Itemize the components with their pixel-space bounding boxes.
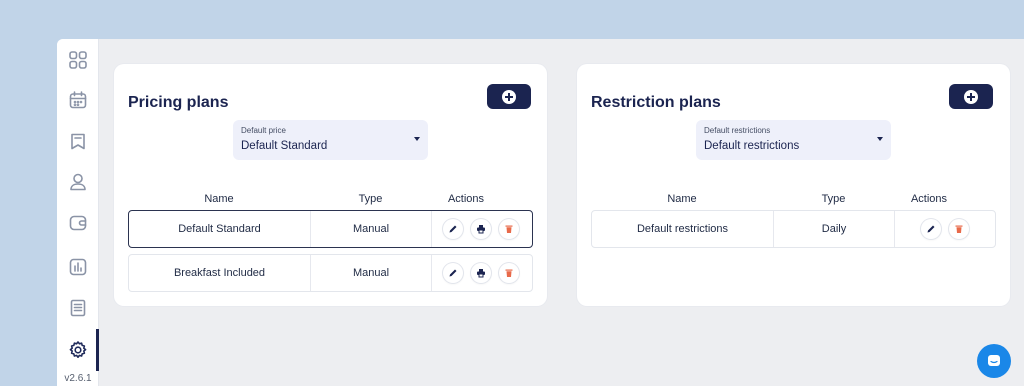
sidebar-item-calendar[interactable] [65, 87, 91, 113]
column-header-name: Name [667, 193, 697, 205]
default-price-label: Default price [241, 126, 286, 135]
sidebar-item-guests[interactable] [65, 169, 91, 195]
chevron-down-icon [877, 137, 883, 141]
default-restrictions-select[interactable]: Default restrictions Default restriction… [696, 120, 891, 160]
restriction-plans-title: Restriction plans [591, 94, 721, 111]
default-restrictions-value: Default restrictions [704, 140, 800, 152]
default-restrictions-label: Default restrictions [704, 126, 771, 135]
table-row[interactable]: Default Standard Manual [128, 210, 533, 248]
column-header-actions: Actions [447, 193, 485, 205]
row-type: Manual [311, 255, 432, 291]
edit-icon [449, 269, 457, 277]
row-type: Manual [311, 211, 432, 247]
row-type: Daily [774, 211, 895, 247]
edit-button[interactable] [921, 219, 941, 239]
chart-icon [69, 258, 87, 276]
add-pricing-plan-button[interactable] [487, 84, 531, 109]
plus-icon [502, 89, 516, 104]
column-header-actions: Actions [910, 193, 948, 205]
table-row[interactable]: Default restrictions Daily [591, 210, 996, 248]
default-price-value: Default Standard [241, 140, 328, 152]
pricing-plans-title: Pricing plans [128, 94, 229, 111]
plus-icon [964, 89, 978, 104]
row-name: Default Standard [129, 211, 311, 247]
trash-icon [505, 269, 513, 277]
wallet-icon [69, 215, 87, 231]
edit-icon [927, 225, 935, 233]
print-icon [477, 269, 485, 278]
edit-button[interactable] [443, 263, 463, 283]
sidebar-active-indicator [96, 329, 99, 371]
row-name: Breakfast Included [129, 255, 311, 291]
delete-button[interactable] [949, 219, 969, 239]
print-button[interactable] [471, 263, 491, 283]
gear-icon [69, 341, 87, 358]
document-icon [70, 299, 86, 317]
sidebar-item-dashboard[interactable] [65, 47, 91, 73]
bookmark-icon [71, 133, 85, 150]
edit-button[interactable] [443, 219, 463, 239]
grid-icon [69, 51, 87, 69]
print-button[interactable] [471, 219, 491, 239]
sidebar-item-documents[interactable] [65, 295, 91, 321]
column-header-name: Name [204, 193, 234, 205]
trash-icon [955, 225, 963, 233]
calendar-icon [69, 91, 87, 109]
sidebar-item-bookings[interactable] [65, 128, 91, 154]
add-restriction-plan-button[interactable] [949, 84, 993, 109]
app-version: v2.6.1 [64, 373, 92, 384]
restriction-plans-card: Restriction plans Default restrictions D… [577, 64, 1010, 306]
trash-icon [505, 225, 513, 233]
chat-icon [988, 355, 1000, 366]
sidebar [57, 39, 99, 386]
column-header-type: Type [358, 193, 383, 205]
column-header-type: Type [821, 193, 846, 205]
table-row[interactable]: Breakfast Included Manual [128, 254, 533, 292]
row-name: Default restrictions [592, 211, 774, 247]
user-icon [70, 173, 86, 191]
print-icon [477, 225, 485, 234]
chat-support-button[interactable] [977, 344, 1011, 378]
delete-button[interactable] [499, 219, 519, 239]
default-price-select[interactable]: Default price Default Standard [233, 120, 428, 160]
delete-button[interactable] [499, 263, 519, 283]
chevron-down-icon [414, 137, 420, 141]
pricing-plans-card: Pricing plans Default price Default Stan… [114, 64, 547, 306]
edit-icon [449, 225, 457, 233]
sidebar-item-reports[interactable] [65, 254, 91, 280]
sidebar-item-settings[interactable] [65, 337, 91, 363]
sidebar-item-payments[interactable] [65, 210, 91, 236]
